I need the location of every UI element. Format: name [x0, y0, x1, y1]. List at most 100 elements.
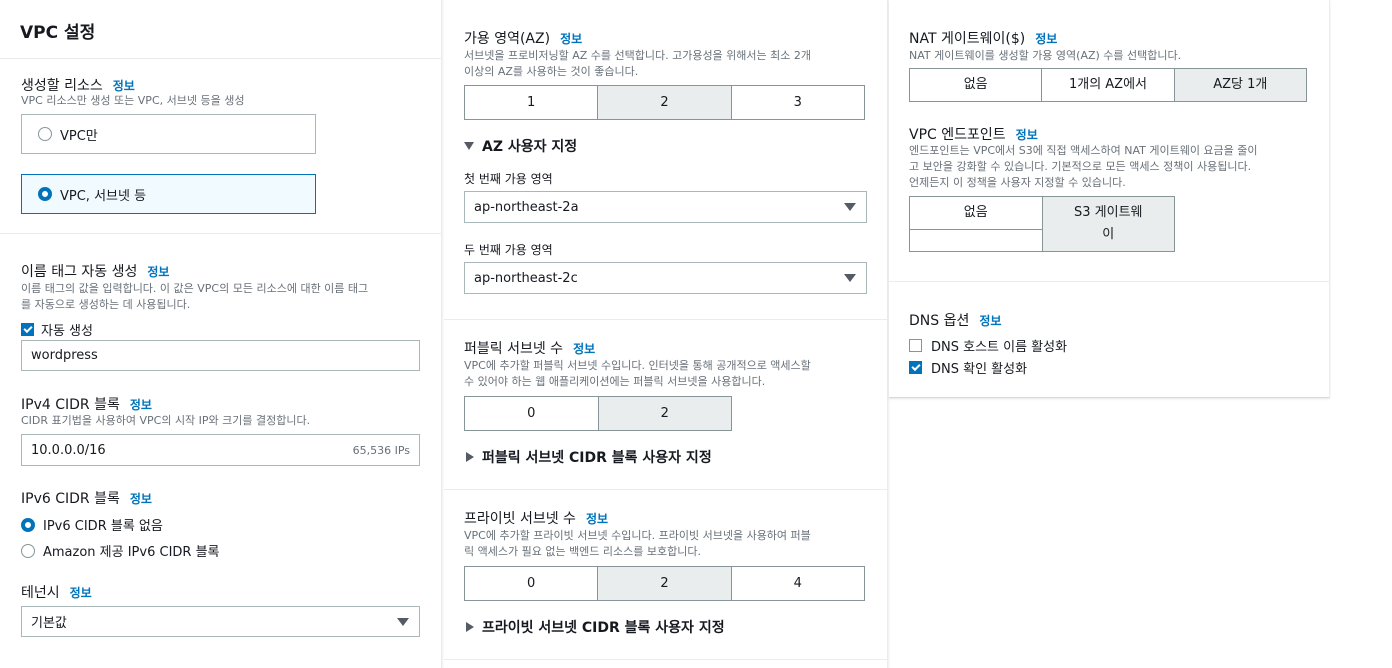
ipv4-desc: CIDR 표기법을 사용하여 VPC의 시작 IP와 크기를 결정합니다. [21, 414, 311, 427]
public-subnets-label: 퍼블릭 서브넷 수 [464, 341, 564, 357]
resource-option-vpc-only[interactable]: VPC만 [21, 114, 316, 154]
tenancy-label: 테넌시 [21, 585, 60, 601]
ipv4-ip-count: 65,536 IPs [352, 443, 410, 457]
dns-resolution-label: DNS 확인 활성화 [931, 362, 1028, 377]
nat-header: NAT 게이트웨이($) 정보 [909, 28, 1057, 48]
private-subnets-label: 프라이빗 서브넷 수 [464, 511, 576, 527]
caret-down-icon [464, 142, 474, 150]
ipv6-option-label: IPv6 CIDR 블록 없음 [43, 519, 163, 534]
public-cidr-expander[interactable]: 퍼블릭 서브넷 CIDR 블록 사용자 지정 [466, 447, 712, 467]
nat-info-link[interactable]: 정보 [1035, 30, 1057, 47]
public-subnets-desc-1: VPC에 추가할 퍼블릭 서브넷 수입니다. 인터넷을 통해 공개적으로 액세스… [464, 359, 811, 372]
public-subnets-selector: 0 2 [464, 396, 732, 431]
name-tag-label: 이름 태그 자동 생성 [21, 264, 138, 280]
private-subnets-header: 프라이빗 서브넷 수 정보 [464, 508, 608, 528]
private-subnets-desc-2: 릭 액세스가 필요 없는 백엔드 리소스를 보호합니다. [464, 545, 701, 558]
ipv4-label: IPv4 CIDR 블록 [21, 397, 120, 413]
nat-option-per-az[interactable]: AZ당 1개 [1173, 69, 1306, 101]
nat-label: NAT 게이트웨이($) [909, 31, 1026, 47]
resource-option-vpc-and-more[interactable]: VPC, 서브넷 등 [21, 174, 316, 214]
divider [444, 319, 887, 320]
nat-gateway-selector: 없음 1개의 AZ에서 AZ당 1개 [909, 68, 1307, 102]
ipv6-option-amazon[interactable]: Amazon 제공 IPv6 CIDR 블록 [21, 541, 220, 560]
ipv6-header: IPv6 CIDR 블록 정보 [21, 488, 152, 508]
divider [0, 58, 441, 59]
gateway-settings-panel: NAT 게이트웨이($) 정보 NAT 게이트웨이를 생성할 가용 영역(AZ)… [889, 0, 1330, 398]
dns-hostnames-label: DNS 호스트 이름 활성화 [931, 340, 1068, 355]
private-cidr-label: 프라이빗 서브넷 CIDR 블록 사용자 지정 [482, 620, 725, 636]
az-option-1[interactable]: 1 [465, 86, 598, 119]
first-az-select[interactable]: ap-northeast-2a [464, 191, 867, 223]
divider [444, 659, 887, 660]
private-subnets-option-4[interactable]: 4 [730, 567, 864, 600]
name-tag-info-link[interactable]: 정보 [147, 263, 169, 280]
ipv4-header: IPv4 CIDR 블록 정보 [21, 394, 152, 414]
checkbox-checked-icon [909, 361, 922, 374]
divider [444, 489, 887, 490]
auto-generate-checkbox[interactable]: 자동 생성 [21, 320, 93, 339]
resources-header: 생성할 리소스 정보 [21, 75, 135, 95]
private-subnets-option-0[interactable]: 0 [465, 567, 598, 600]
az-header: 가용 영역(AZ) 정보 [464, 28, 582, 48]
public-subnets-option-2[interactable]: 2 [597, 397, 731, 430]
subnet-settings-panel: 가용 영역(AZ) 정보 서브넷을 프로비저닝할 AZ 수를 선택합니다. 고가… [444, 0, 887, 668]
private-subnets-desc-1: VPC에 추가할 프라이빗 서브넷 수입니다. 프라이빗 서브넷을 사용하여 퍼… [464, 529, 811, 542]
endpoint-desc-3: 언제든지 이 정책을 사용자 지정할 수 있습니다. [909, 176, 1126, 189]
private-cidr-expander[interactable]: 프라이빗 서브넷 CIDR 블록 사용자 지정 [466, 617, 725, 637]
tenancy-select[interactable]: 기본값 [21, 606, 420, 637]
az-info-link[interactable]: 정보 [560, 30, 582, 47]
nat-desc: NAT 게이트웨이를 생성할 가용 영역(AZ) 수를 선택합니다. [909, 49, 1182, 62]
endpoint-option-s3[interactable]: S3 게이트웨 이 [1041, 197, 1174, 251]
az-option-2[interactable]: 2 [597, 86, 731, 119]
nat-option-none[interactable]: 없음 [910, 69, 1042, 101]
vpc-settings-panel: VPC 설정 생성할 리소스 정보 VPC 리소스만 생성 또는 VPC, 서브… [0, 0, 441, 668]
name-tag-input[interactable]: wordpress [21, 340, 420, 371]
vpc-settings-title: VPC 설정 [20, 23, 96, 43]
caret-right-icon [466, 622, 474, 632]
endpoint-info-link[interactable]: 정보 [1016, 126, 1038, 143]
dns-info-link[interactable]: 정보 [979, 312, 1001, 329]
dns-resolution-checkbox[interactable]: DNS 확인 활성화 [909, 358, 1027, 377]
ipv4-cidr-input[interactable]: 10.0.0.0/16 65,536 IPs [21, 434, 420, 466]
dns-hostnames-checkbox[interactable]: DNS 호스트 이름 활성화 [909, 336, 1067, 355]
nat-option-one-az[interactable]: 1개의 AZ에서 [1041, 69, 1174, 101]
endpoint-selector: 없음 S3 게이트웨 이 [909, 196, 1175, 252]
resources-info-link[interactable]: 정보 [113, 77, 135, 94]
az-desc-2: 이상의 AZ를 사용하는 것이 좋습니다. [464, 65, 639, 78]
checkbox-icon [909, 339, 922, 352]
divider [0, 233, 441, 234]
caret-right-icon [466, 452, 474, 462]
az-option-3[interactable]: 3 [730, 86, 864, 119]
ipv6-label: IPv6 CIDR 블록 [21, 491, 120, 507]
endpoint-header: VPC 엔드포인트 정보 [909, 124, 1038, 144]
az-label: 가용 영역(AZ) [464, 31, 551, 47]
endpoint-desc-2: 고 보안을 강화할 수 있습니다. 기본적으로 모든 액세스 정책이 사용됩니다… [909, 160, 1252, 173]
auto-generate-label: 자동 생성 [41, 324, 93, 339]
name-tag-value: wordpress [31, 348, 98, 363]
radio-selected-icon [21, 517, 35, 532]
first-az-label: 첫 번째 가용 영역 [464, 172, 553, 186]
ipv4-cidr-value: 10.0.0.0/16 [31, 442, 106, 458]
public-subnets-info-link[interactable]: 정보 [573, 340, 595, 357]
endpoint-s3-label-1: S3 게이트웨 [1074, 205, 1143, 220]
second-az-label: 두 번째 가용 영역 [464, 243, 553, 257]
public-subnets-desc-2: 수 있어야 하는 웹 애플리케이션에는 퍼블릭 서브넷을 사용합니다. [464, 375, 766, 388]
private-subnets-selector: 0 2 4 [464, 566, 865, 601]
resources-desc: VPC 리소스만 생성 또는 VPC, 서브넷 등을 생성 [21, 94, 245, 107]
ipv4-info-link[interactable]: 정보 [130, 396, 152, 413]
dns-label: DNS 옵션 [909, 313, 970, 329]
name-tag-desc-1: 이름 태그의 값을 입력합니다. 이 값은 VPC의 모든 리소스에 대한 이름… [21, 282, 369, 295]
endpoint-option-none[interactable]: 없음 [910, 197, 1042, 230]
tenancy-info-link[interactable]: 정보 [70, 584, 92, 601]
public-subnets-option-0[interactable]: 0 [465, 397, 598, 430]
ipv6-info-link[interactable]: 정보 [130, 490, 152, 507]
resources-label: 생성할 리소스 [21, 78, 103, 94]
ipv6-option-none[interactable]: IPv6 CIDR 블록 없음 [21, 515, 163, 534]
second-az-select[interactable]: ap-northeast-2c [464, 262, 867, 294]
second-az-value: ap-northeast-2c [474, 270, 578, 286]
radio-icon [21, 543, 35, 558]
az-customize-expander[interactable]: AZ 사용자 지정 [464, 136, 577, 156]
checkbox-checked-icon [21, 323, 34, 336]
private-subnets-option-2[interactable]: 2 [597, 567, 731, 600]
private-subnets-info-link[interactable]: 정보 [586, 510, 608, 527]
